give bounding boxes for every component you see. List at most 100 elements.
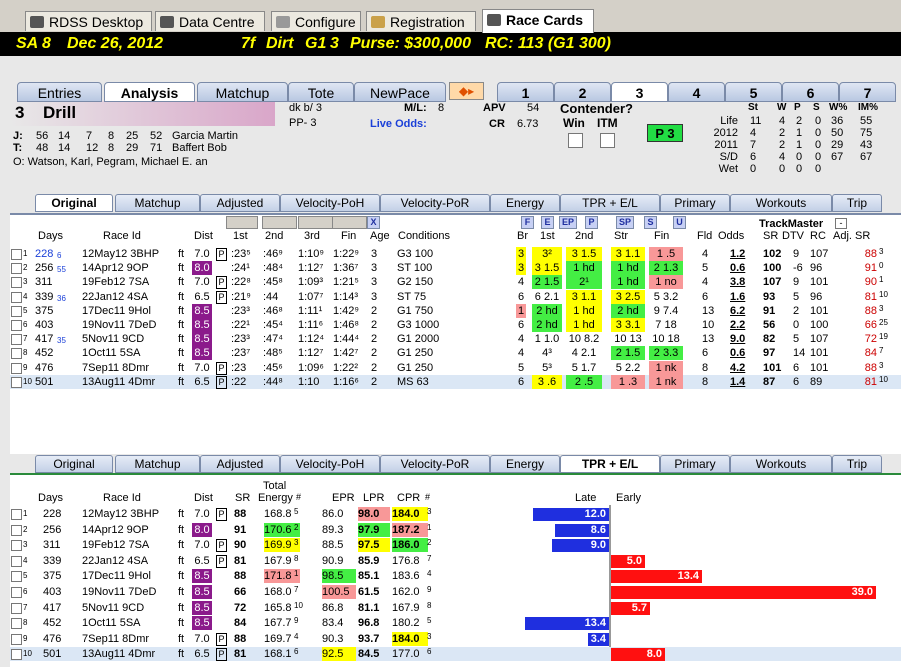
row-checkbox[interactable] [11,334,22,346]
top-tab-velocity-por[interactable]: Velocity-PoR [380,194,490,212]
win-checkbox[interactable] [568,133,583,148]
grid2-row[interactable]: 6 403 19Nov11 7DeD ft 8.5 66 168.0 7 100.5 61.5 16… [10,585,901,599]
race-id: 13Aug11 4Dmr [82,375,156,388]
cpr-rank: 5 [427,616,432,626]
grid2-row[interactable]: 3 311 19Feb12 7SA ft 7.0 P 90 169.9 3 88.5 97.5 186… [10,538,901,553]
call-filter-button[interactable] [332,216,367,229]
race-tab-7[interactable]: 7 [839,82,896,102]
row-checkbox[interactable] [11,263,22,275]
pace-1st: 2 1.5 [532,275,562,290]
pace-filter-p-button[interactable]: P [585,216,598,229]
pace-icon-button[interactable]: ◆▸ [449,82,484,100]
pace-filter-sp-button[interactable]: SP [616,216,634,229]
view-tab-newpace[interactable]: NewPace [354,82,446,102]
top-tab-trip[interactable]: Trip [832,194,882,212]
bottom-tab-adjusted[interactable]: Adjusted [200,455,280,473]
row-checkbox[interactable] [11,618,22,630]
top-tab-energy[interactable]: Energy [490,194,560,212]
adj-sr-rank: 10 [879,374,888,384]
break-position: 6 [517,319,525,331]
top-tab-primary[interactable]: Primary [660,194,730,212]
top-tab-tpr-e-l[interactable]: TPR + E/L [560,194,660,212]
bottom-tab-energy[interactable]: Energy [490,455,560,473]
grid1-row[interactable]: 2 256 55 14Apr12 9OP ft 8.0:24¹:48⁴ 1:12⁷ 1:36⁷… [10,261,901,276]
race-tab-5[interactable]: 5 [725,82,782,102]
grid1-row[interactable]: 8 452 1Oct11 5SA ft 8.5:23⁷:48⁵ 1:12⁷ 1:42⁷ 2 G1… [10,346,901,361]
grid1-row[interactable]: 4 339 3 6 22Jan12 4SA ft 6.5 P:21⁹:44 1:07⁷ 1:14³… [10,289,901,304]
call-filter-button[interactable] [262,216,297,229]
race-tab-1[interactable]: 1 [497,82,554,102]
call-filter-button[interactable] [298,216,333,229]
row-checkbox[interactable] [11,348,22,360]
pace-filter-u-button[interactable]: U [673,216,686,229]
top-tab-configure[interactable]: Configure [271,11,361,31]
bottom-tab-workouts[interactable]: Workouts [730,455,832,473]
race-tab-3[interactable]: 3 [611,82,668,102]
top-tab-original[interactable]: Original [35,194,113,212]
view-tab-analysis[interactable]: Analysis [104,82,195,102]
row-checkbox[interactable] [11,587,22,598]
pace-filter-f-button[interactable]: F [521,216,534,229]
grid2-row[interactable]: 2 256 14Apr12 9OP ft 8.0 91 170.6 2 89.3 97.9 187.… [10,522,901,537]
grid2-row[interactable]: 10 501 13Aug11 4Dmr ft 6.5 P 81 168.1 6 92.5 84.5 1… [10,647,901,662]
row-checkbox[interactable] [11,249,22,260]
grid1-row[interactable]: 1 228 6 12May12 3BHP ft 7.0 P:23⁵:46⁹ 1:10⁹ 1:22… [10,247,901,261]
grid1-row[interactable]: 9 476 7Sep11 8Dmr ft 7.0 P:23:45⁶ 1:09⁶ 1:22² 2 G… [10,360,901,375]
row-checkbox[interactable] [11,540,22,552]
race-tab-4[interactable]: 4 [668,82,725,102]
bottom-tab-primary[interactable]: Primary [660,455,730,473]
row-checkbox[interactable] [11,376,22,388]
grid2-row[interactable]: 5 375 17Dec11 9Hol ft 8.5 88 171.8 1 98.5 85.1 183… [10,569,901,584]
top-tab-data-centre[interactable]: Data Centre [155,11,265,31]
grid1-row[interactable]: 5 375 17Dec11 9Hol ft 8.5:23³:46⁸ 1:11¹ 1:42⁹ 2… [10,303,901,318]
top-tab-matchup[interactable]: Matchup [115,194,200,212]
view-tab-tote[interactable]: Tote [288,82,354,102]
top-tab-adjusted[interactable]: Adjusted [200,194,280,212]
view-tab-entries[interactable]: Entries [17,82,102,102]
row-checkbox[interactable] [11,571,22,583]
pace-filter-ep-button[interactable]: EP [559,216,577,229]
bottom-tab-original[interactable]: Original [35,455,113,473]
row-checkbox[interactable] [11,362,22,374]
top-tab-velocity-poh[interactable]: Velocity-PoH [280,194,380,212]
grid2-row[interactable]: 4 339 22Jan12 4SA ft 6.5 P 81 167.9 8 90.9 85.9 176… [10,554,901,568]
top-tab-label: Registration [390,14,465,30]
race-tab-2[interactable]: 2 [554,82,611,102]
pace-filter-e-button[interactable]: E [541,216,554,229]
grid1-row[interactable]: 7 417 35 5Nov11 9CD ft 8.5:23³:47⁴ 1:12⁴ 1:44⁴ 2… [10,332,901,347]
row-checkbox[interactable] [11,649,22,661]
bottom-tab-velocity-poh[interactable]: Velocity-PoH [280,455,380,473]
top-tab-rdss-desktop[interactable]: RDSS Desktop [25,11,152,31]
bottom-tab-matchup[interactable]: Matchup [115,455,200,473]
row-checkbox[interactable] [11,509,22,520]
view-tab-matchup[interactable]: Matchup [197,82,288,102]
row-checkbox[interactable] [11,291,22,303]
row-checkbox[interactable] [11,305,22,317]
bottom-tab-trip[interactable]: Trip [832,455,882,473]
row-checkbox[interactable] [11,555,22,567]
top-tab-race-cards[interactable]: Race Cards [482,9,594,33]
row-checkbox[interactable] [11,524,22,536]
bottom-tab-velocity-por[interactable]: Velocity-PoR [380,455,490,473]
grid2-row[interactable]: 1 228 12May12 3BHP ft 7.0 P 88 168.8 5 86.0 98.0 18… [10,507,901,521]
top-tab-registration[interactable]: Registration [366,11,476,31]
grid2-row[interactable]: 8 452 1Oct11 5SA ft 8.5 84 167.7 9 83.4 96.8 180.2… [10,616,901,631]
row-checkbox[interactable] [11,633,22,645]
grid2-row[interactable]: 7 417 5Nov11 9CD ft 8.5 72 165.8 10 86.8 81.1 167.… [10,600,901,615]
bottom-tab-tpr-e-l[interactable]: TPR + E/L [560,455,660,473]
pace-filter-s-button[interactable]: S [644,216,657,229]
itm-checkbox[interactable] [600,133,615,148]
pace-filter-x-button[interactable]: X [367,216,380,229]
row-checkbox[interactable] [11,602,22,614]
top-tab-workouts[interactable]: Workouts [730,194,832,212]
row-checkbox[interactable] [11,277,22,289]
grid1-row[interactable]: 3 311 19Feb12 7SA ft 7.0 P:22⁸:45⁸ 1:09³ 1:21⁵ 3… [10,275,901,290]
trackmaster-collapse-button[interactable]: - [835,218,847,229]
race-tab-6[interactable]: 6 [782,82,839,102]
grid1-row[interactable]: 10 501 13Aug11 4Dmr ft 6.5 P:22:44⁸ 1:10 1:16⁶ 2… [10,374,901,389]
call-filter-button[interactable] [226,216,258,229]
grid1-row[interactable]: 6 403 19Nov11 7DeD ft 8.5:22¹:45⁴ 1:11⁶ 1:46⁸ 2… [10,318,901,332]
pace-2nd: 2¹ [566,275,602,290]
row-checkbox[interactable] [11,320,22,331]
grid2-row[interactable]: 9 476 7Sep11 8Dmr ft 7.0 P 88 169.7 4 90.3 93.7 184… [10,631,901,646]
